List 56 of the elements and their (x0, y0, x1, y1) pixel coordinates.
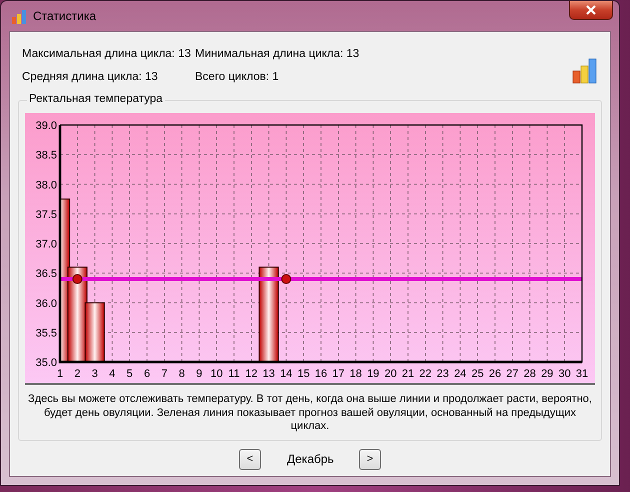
axis-tick-label: 39.0 (36, 120, 57, 132)
next-month-button[interactable]: > (359, 448, 381, 470)
axis-tick-label: 5 (126, 368, 133, 380)
axis-tick-label: 11 (228, 368, 240, 380)
axis-tick-label: 29 (541, 368, 554, 380)
axis-tick-label: 37.0 (36, 238, 57, 250)
axis-tick-label: 37.5 (36, 208, 57, 221)
axis-tick-label: 12 (245, 368, 258, 380)
description-text: Здесь вы можете отслеживать температуру. В тот день, когда она выше линии и продолжает расти, вероятно, будет день овуляции. Зеленая линия показывает прогноз вашей овуляции, основанный на предыдущих циклах. (28, 393, 592, 434)
axis-tick-label: 25 (471, 368, 484, 380)
axis-tick-label: 3 (92, 368, 98, 380)
axis-tick-label: 21 (402, 368, 414, 380)
axis-tick-label: 16 (314, 368, 328, 380)
window-title: Статистика (33, 9, 96, 23)
bar-chart-icon (572, 58, 598, 84)
axis-tick-label: 13 (262, 368, 275, 380)
close-button[interactable] (569, 1, 613, 20)
axis-tick-label: 38.5 (36, 150, 57, 162)
axis-tick-label: 35.0 (36, 357, 57, 369)
axis-tick-label: 14 (280, 368, 292, 380)
statistic-label: Всего циклов: 1 (195, 70, 279, 82)
statistic-label: Средняя длина цикла: 13 (22, 70, 159, 82)
data-point (72, 274, 82, 284)
axis-tick-label: 8 (178, 368, 185, 380)
close-icon (586, 5, 596, 15)
axis-tick-label: 4 (109, 368, 116, 380)
bar-chart-icon (11, 9, 27, 25)
axis-tick-label: 10 (210, 368, 223, 380)
axis-tick-label: 38.0 (36, 179, 57, 192)
axis-tick-label: 7 (161, 368, 168, 380)
axis-tick-label: 31 (576, 368, 588, 380)
statistic-label: Минимальная длина цикла: 13 (195, 48, 360, 60)
axis-tick-label: 26 (488, 368, 502, 380)
axis-tick-label: 23 (436, 368, 449, 380)
data-point (281, 274, 292, 284)
group-title: Ректальная температура (27, 93, 165, 105)
statistic-label: Максимальная длина цикла: 13 (22, 48, 192, 60)
axis-tick-label: 17 (332, 368, 345, 380)
month-label: Декабрь (287, 452, 333, 466)
axis-tick-label: 24 (454, 368, 466, 380)
axis-tick-label: 36.0 (36, 298, 57, 310)
axis-tick-label: 35.5 (36, 327, 57, 340)
axis-tick-label: 9 (196, 368, 202, 380)
previous-month-button[interactable]: < (239, 448, 261, 470)
axis-tick-label: 19 (367, 368, 380, 380)
axis-tick-label: 27 (506, 368, 519, 380)
axis-tick-label: 20 (384, 368, 397, 380)
axis-tick-label: 18 (350, 368, 362, 380)
axis-tick-label: 1 (56, 368, 64, 380)
axis-tick-label: 2 (74, 368, 80, 380)
axis-tick-label: 36.5 (36, 268, 57, 280)
axis-tick-label: 22 (419, 368, 432, 380)
axis-tick-label: 15 (297, 368, 310, 380)
axis-tick-label: 6 (144, 368, 150, 380)
axis-tick-label: 30 (558, 368, 571, 380)
axis-tick-label: 28 (524, 368, 536, 380)
